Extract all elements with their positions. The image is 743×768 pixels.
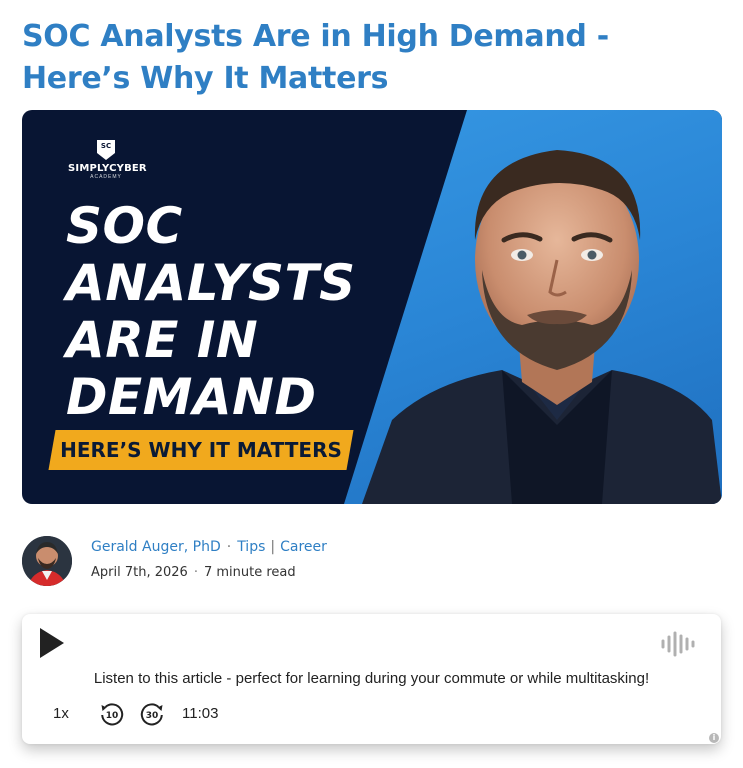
logo-shield-icon: SC — [97, 140, 115, 160]
byline-separator: · — [226, 539, 232, 555]
hero-image: SC SIMPLYCYBER ACADEMY SOC ANALYSTS ARE … — [22, 110, 722, 504]
date-separator: · — [193, 565, 198, 580]
logo-subtext: ACADEMY — [90, 174, 122, 180]
simplycyber-logo: SC SIMPLYCYBER ACADEMY — [68, 140, 147, 180]
duration: 11:03 — [182, 705, 219, 722]
category-link-tips[interactable]: Tips — [237, 539, 265, 555]
byline-secondary: April 7th, 2026 · 7 minute read — [91, 564, 296, 581]
forward-seconds: 30 — [146, 711, 159, 721]
rewind-seconds: 10 — [106, 711, 119, 721]
author-link[interactable]: Gerald Auger, PhD — [91, 539, 221, 555]
byline-primary: Gerald Auger, PhD · Tips | Career — [91, 539, 327, 556]
hero-banner: HERE’S WHY IT MATTERS — [48, 430, 354, 470]
info-icon[interactable]: i — [709, 733, 719, 743]
rewind-10-icon[interactable]: 10 — [99, 701, 125, 727]
forward-30-icon[interactable]: 30 — [139, 701, 165, 727]
hero-banner-text: HERE’S WHY IT MATTERS — [60, 438, 342, 462]
read-time: 7 minute read — [203, 565, 296, 580]
hero-headline: SOC ANALYSTS ARE IN DEMAND — [66, 197, 356, 426]
player-description: Listen to this article - perfect for lea… — [93, 670, 650, 687]
category-link-career[interactable]: Career — [280, 539, 327, 555]
publish-date: April 7th, 2026 — [91, 565, 188, 580]
presenter-portrait — [362, 150, 722, 504]
audio-player: Listen to this article - perfect for lea… — [22, 614, 721, 744]
playback-speed-button[interactable]: 1x — [53, 705, 69, 723]
author-avatar[interactable] — [22, 536, 72, 586]
category-separator: | — [270, 539, 276, 555]
waveform-icon — [661, 631, 695, 657]
article-title: SOC Analysts Are in High Demand - Here’s… — [22, 19, 609, 96]
logo-text: SIMPLYCYBER — [68, 163, 147, 174]
play-icon[interactable] — [40, 628, 64, 658]
